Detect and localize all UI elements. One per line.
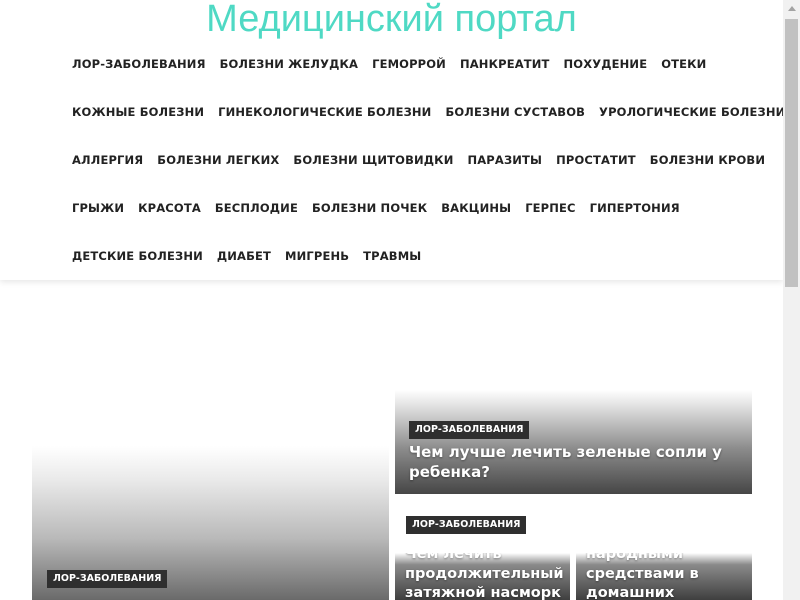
- nav-item-joints[interactable]: БОЛЕЗНИ СУСТАВОВ: [445, 105, 585, 119]
- nav-item-vaccines[interactable]: ВАКЦИНЫ: [441, 201, 511, 215]
- scrollbar-thumb[interactable]: [785, 19, 798, 287]
- nav-item-skin[interactable]: КОЖНЫЕ БОЛЕЗНИ: [72, 105, 204, 119]
- nav-item-diabetes[interactable]: ДИАБЕТ: [217, 249, 271, 263]
- nav-item-kidneys[interactable]: БОЛЕЗНИ ПОЧЕК: [312, 201, 427, 215]
- featured-card-main[interactable]: ЛОР-ЗАБОЛЕВАНИЯ: [32, 446, 389, 600]
- card-title[interactable]: Чем лечить продолжительный затяжной насм…: [405, 553, 565, 600]
- nav-item-beauty[interactable]: КРАСОТА: [138, 201, 201, 215]
- nav-item-lor[interactable]: ЛОР-ЗАБОЛЕВАНИЯ: [72, 57, 206, 71]
- featured-card-top-right[interactable]: ЛОР-ЗАБОЛЕВАНИЯ Чем лучше лечить зеленые…: [395, 390, 752, 494]
- nav-item-edema[interactable]: ОТЕКИ: [661, 57, 706, 71]
- nav-item-stomach[interactable]: БОЛЕЗНИ ЖЕЛУДКА: [220, 57, 359, 71]
- nav-item-allergy[interactable]: АЛЛЕРГИЯ: [72, 153, 143, 167]
- nav-item-herpes[interactable]: ГЕРПЕС: [525, 201, 575, 215]
- nav-item-hypertension[interactable]: ГИПЕРТОНИЯ: [590, 201, 680, 215]
- nav-item-migraine[interactable]: МИГРЕНЬ: [285, 249, 349, 263]
- site-title[interactable]: Медицинский портал: [0, 0, 783, 41]
- nav-item-infertility[interactable]: БЕСПЛОДИЕ: [215, 201, 298, 215]
- featured-card-small-left[interactable]: Чем лечить продолжительный затяжной насм…: [395, 553, 570, 600]
- nav-item-hernia[interactable]: ГРЫЖИ: [72, 201, 124, 215]
- card-title[interactable]: народными средствами в домашних: [586, 553, 746, 600]
- category-badge[interactable]: ЛОР-ЗАБОЛЕВАНИЯ: [47, 570, 168, 588]
- category-badge[interactable]: ЛОР-ЗАБОЛЕВАНИЯ: [406, 516, 527, 534]
- nav-item-pancreatitis[interactable]: ПАНКРЕАТИТ: [460, 57, 550, 71]
- nav-item-gynecology[interactable]: ГИНЕКОЛОГИЧЕСКИЕ БОЛЕЗНИ: [218, 105, 431, 119]
- scroll-up-arrow-icon[interactable]: [783, 0, 800, 17]
- nav-item-urology[interactable]: УРОЛОГИЧЕСКИЕ БОЛЕЗНИ: [599, 105, 785, 119]
- vertical-scrollbar[interactable]: [783, 0, 800, 600]
- category-badge[interactable]: ЛОР-ЗАБОЛЕВАНИЯ: [409, 421, 530, 439]
- nav-item-weight-loss[interactable]: ПОХУДЕНИЕ: [564, 57, 648, 71]
- nav-item-children[interactable]: ДЕТСКИЕ БОЛЕЗНИ: [72, 249, 203, 263]
- nav-row: АЛЛЕРГИЯ БОЛЕЗНИ ЛЕГКИХ БОЛЕЗНИ ЩИТОВИДК…: [72, 150, 779, 170]
- nav-item-prostatitis[interactable]: ПРОСТАТИТ: [556, 153, 636, 167]
- nav-item-blood[interactable]: БОЛЕЗНИ КРОВИ: [650, 153, 765, 167]
- nav-row: КОЖНЫЕ БОЛЕЗНИ ГИНЕКОЛОГИЧЕСКИЕ БОЛЕЗНИ …: [72, 102, 799, 122]
- site-header: Медицинский портал ЛОР-ЗАБОЛЕВАНИЯ БОЛЕЗ…: [0, 0, 785, 280]
- nav-row: ГРЫЖИ КРАСОТА БЕСПЛОДИЕ БОЛЕЗНИ ПОЧЕК ВА…: [72, 198, 694, 218]
- nav-item-hemorrhoids[interactable]: ГЕМОРРОЙ: [372, 57, 446, 71]
- page: Медицинский портал ЛОР-ЗАБОЛЕВАНИЯ БОЛЕЗ…: [0, 0, 800, 600]
- nav-item-lungs[interactable]: БОЛЕЗНИ ЛЕГКИХ: [157, 153, 279, 167]
- nav-item-thyroid[interactable]: БОЛЕЗНИ ЩИТОВИДКИ: [293, 153, 453, 167]
- featured-card-small-right[interactable]: народными средствами в домашних: [576, 553, 752, 600]
- nav-item-injuries[interactable]: ТРАВМЫ: [363, 249, 421, 263]
- card-title[interactable]: Чем лучше лечить зеленые сопли у ребенка…: [409, 442, 729, 482]
- nav-row: ЛОР-ЗАБОЛЕВАНИЯ БОЛЕЗНИ ЖЕЛУДКА ГЕМОРРОЙ…: [72, 54, 720, 74]
- nav-item-parasites[interactable]: ПАРАЗИТЫ: [467, 153, 542, 167]
- nav-row: ДЕТСКИЕ БОЛЕЗНИ ДИАБЕТ МИГРЕНЬ ТРАВМЫ: [72, 246, 435, 266]
